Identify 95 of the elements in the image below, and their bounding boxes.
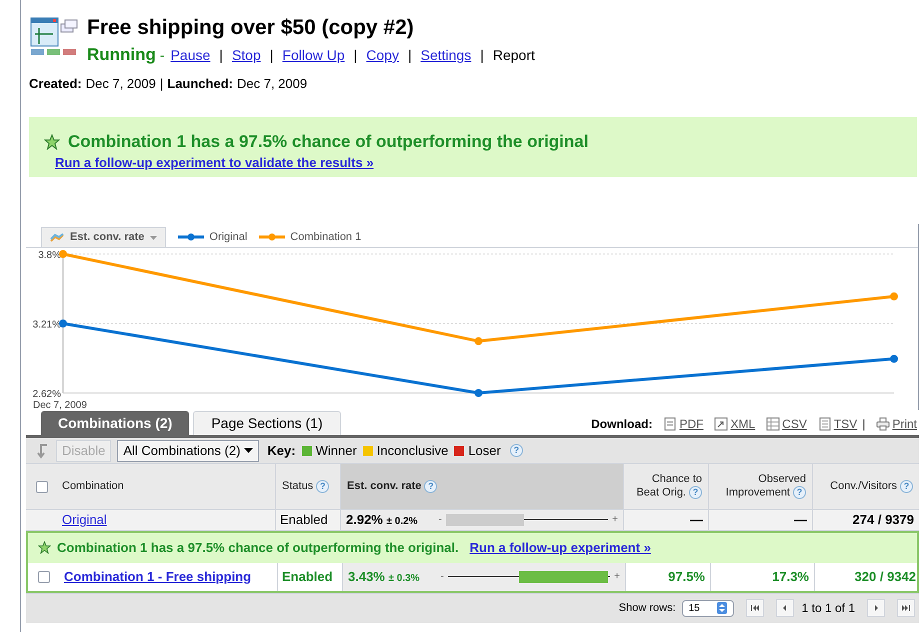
improvement-cell-text: 17.3%	[772, 568, 809, 586]
download-label: Download:	[591, 416, 652, 433]
action-link[interactable]: Stop	[232, 45, 261, 66]
y-tick-label: 3.8%	[38, 250, 61, 261]
separator: -	[160, 46, 165, 65]
separator: |	[218, 46, 224, 65]
download-link[interactable]: CSV	[782, 415, 807, 433]
stepper-icon	[716, 602, 727, 614]
experiment-icon	[29, 16, 79, 58]
experiment-title: Free shipping over $50 (copy #2)	[87, 16, 415, 40]
improvement-cell-text: —	[794, 511, 807, 529]
plus-label: +	[612, 513, 618, 528]
legend-label: Original	[209, 230, 248, 245]
legend-label: Combination 1	[290, 230, 362, 245]
star-icon	[38, 541, 51, 554]
tab[interactable]: Page Sections (1)	[193, 411, 341, 435]
created-label: Created:	[29, 74, 82, 92]
previous-page-button[interactable]	[776, 599, 794, 617]
metric-dropdown[interactable]: Est. conv. rate	[41, 227, 166, 247]
separator: |	[352, 46, 358, 65]
show-rows-label: Show rows:	[618, 600, 676, 616]
y-tick-label: 3.21%	[32, 320, 61, 330]
separator: |	[479, 46, 485, 65]
star-icon	[44, 134, 60, 150]
status-label: Running	[87, 44, 156, 66]
legend-label: Loser	[468, 442, 501, 460]
checkbox[interactable]	[38, 570, 50, 582]
separator: |	[160, 74, 164, 93]
data-point	[59, 250, 67, 258]
download-link[interactable]: TSV	[834, 415, 858, 433]
first-page-button[interactable]	[746, 599, 764, 617]
column-header[interactable]: Status ?	[282, 478, 330, 495]
rows-dropdown[interactable]: 15	[682, 600, 734, 616]
y-tick-label: 2.62%	[32, 389, 61, 400]
document-icon	[818, 417, 832, 431]
checkbox[interactable]	[36, 480, 48, 492]
column-header[interactable]: Est. conv. rate ?	[347, 478, 438, 495]
launched-label: Launched:	[167, 74, 233, 92]
follow-up-link[interactable]: Run a follow-up experiment to validate the results »	[55, 154, 374, 170]
current-page-label: Report	[492, 46, 535, 65]
data-point	[474, 389, 482, 397]
download-link[interactable]: PDF	[679, 415, 704, 433]
combination-link[interactable]: Combination 1 - Free shipping	[64, 566, 252, 586]
column-header[interactable]: Conv./Visitors ?	[830, 478, 913, 495]
plus-label: +	[614, 570, 620, 584]
column-header[interactable]: Observed Improvement ?	[718, 473, 806, 500]
minus-label: -	[438, 513, 442, 528]
download-link[interactable]: Print	[892, 415, 917, 433]
last-page-button[interactable]	[897, 599, 915, 617]
follow-up-link[interactable]: Run a follow-up experiment »	[470, 538, 651, 558]
conversions-cell-text: 274 / 9379	[852, 511, 914, 529]
action-link[interactable]: Pause	[170, 45, 210, 66]
result-message: Combination 1 has a 97.5% chance of outperforming the original.	[57, 538, 459, 557]
data-point	[890, 354, 898, 363]
print-icon	[876, 417, 890, 431]
first-page-icon	[750, 604, 760, 612]
legend-label: Inconclusive	[376, 442, 448, 460]
chart-icon	[50, 232, 64, 242]
rate-cell-text: 3.43% ± 0.3%	[348, 568, 421, 586]
rate-cell-text: 2.92% ± 0.2%	[346, 511, 419, 529]
tab[interactable]: Combinations (2)	[41, 411, 190, 435]
last-page-icon	[901, 604, 911, 612]
minus-label: -	[440, 570, 444, 584]
separator: |	[862, 416, 866, 433]
undo-arrow-icon	[36, 442, 50, 458]
action-link[interactable]: Copy	[366, 45, 399, 66]
column-header[interactable]: Combination	[62, 478, 124, 495]
caret-icon	[244, 448, 254, 453]
chance-cell-text: 97.5%	[668, 568, 705, 586]
page-range: 1 to 1 of 1	[802, 600, 855, 617]
legend-label: Winner	[316, 442, 357, 460]
filter-dropdown[interactable]: All Combinations (2)	[117, 440, 260, 462]
caret-icon	[150, 236, 158, 240]
x-tick-label: Dec 7, 2009	[33, 400, 87, 410]
action-link[interactable]: Settings	[420, 45, 472, 66]
key-label: Key:	[267, 442, 296, 460]
combination-link[interactable]: Original	[62, 510, 107, 530]
separator: |	[268, 46, 274, 65]
data-point	[474, 337, 482, 346]
separator: |	[406, 46, 413, 65]
action-link[interactable]: Follow Up	[282, 45, 345, 66]
download-link[interactable]: XML	[730, 415, 756, 433]
launched-date: Dec 7, 2009	[236, 74, 308, 92]
data-point	[59, 320, 67, 328]
column-header[interactable]: Chance to Beat Orig. ?	[632, 473, 702, 500]
created-date: Dec 7, 2009	[86, 74, 156, 92]
spreadsheet-icon	[766, 417, 780, 431]
next-page-button[interactable]	[867, 599, 885, 617]
status-cell-text: Enabled	[282, 568, 333, 586]
banner-message: Combination 1 has a 97.5% chance of outperforming the original	[68, 131, 588, 153]
chance-cell-text: —	[690, 511, 703, 529]
status-cell-text: Enabled	[280, 511, 328, 529]
conversions-cell-text: 320 / 9342	[854, 568, 916, 586]
data-point	[890, 292, 898, 300]
pdf-file-icon	[663, 417, 678, 431]
